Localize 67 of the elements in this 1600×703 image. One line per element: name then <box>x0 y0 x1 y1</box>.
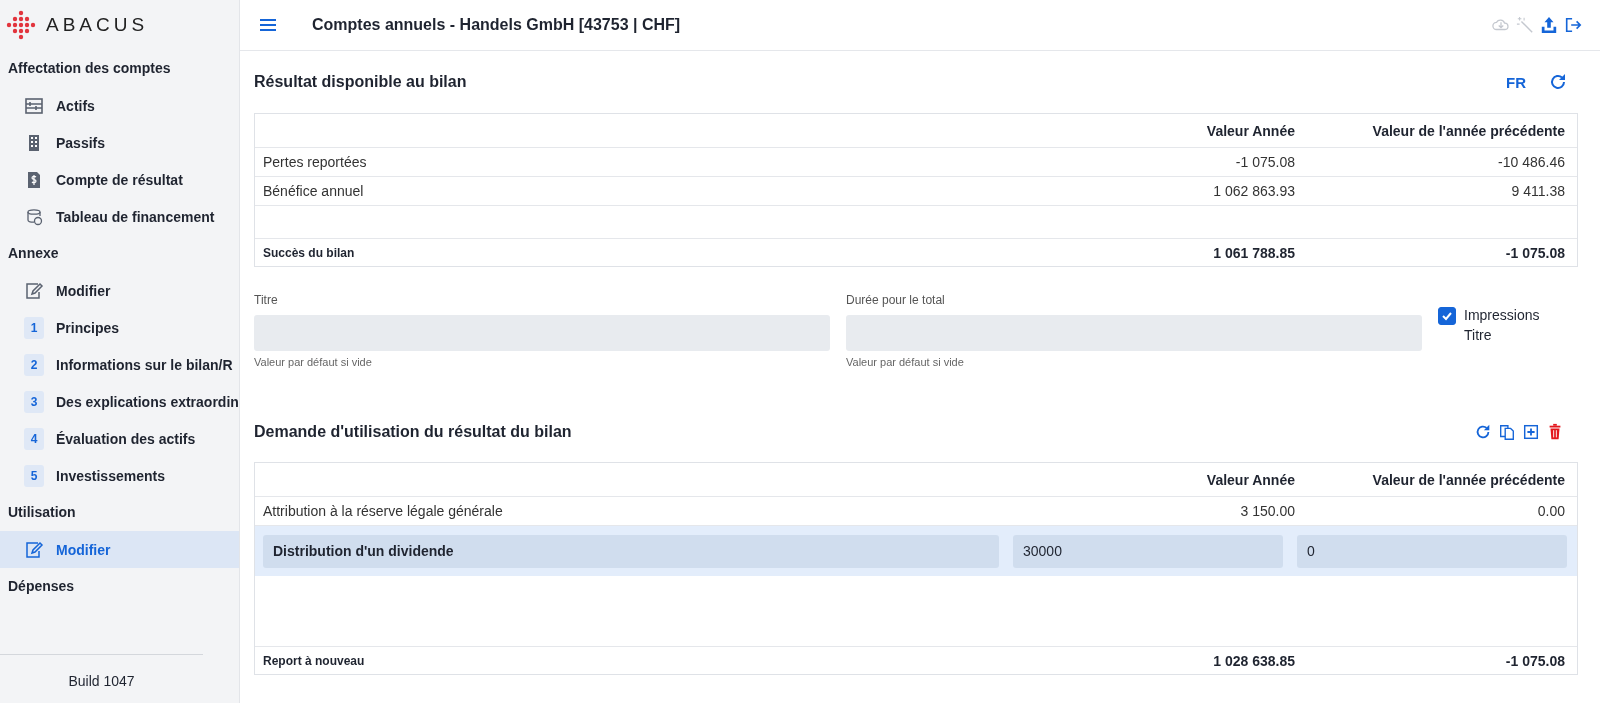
row-label-field[interactable]: Distribution d'un dividende <box>263 534 999 568</box>
column-header: Valeur de l'année précédente <box>1371 471 1566 488</box>
logo-icon <box>4 10 38 40</box>
table-cell-text: -10 486.46 <box>1497 154 1566 170</box>
column-header: Valeur Année <box>1205 122 1296 139</box>
row-label: Pertes reportées <box>263 154 368 170</box>
sidebar-item[interactable]: Passifs <box>0 124 239 161</box>
column-header: Valeur de l'année précédente <box>1371 122 1566 139</box>
edit-icon <box>24 280 44 301</box>
sidebar-item[interactable]: Modifier <box>0 531 239 568</box>
menu-icon[interactable] <box>260 18 276 32</box>
row-label: Bénéfice annuel <box>263 183 365 199</box>
sidebar-item[interactable]: 4 Évaluation des actifs <box>0 420 239 457</box>
field-hint: Valeur par défaut si vide <box>254 356 373 368</box>
field-label: Durée pour le total <box>846 293 946 307</box>
number-badge: 5 <box>24 464 44 487</box>
section-title: Résultat disponible au bilan <box>254 73 467 91</box>
language-button[interactable]: FR <box>1506 73 1526 91</box>
table-cell-text: 1 061 788.85 <box>1212 244 1296 261</box>
checkbox[interactable] <box>1438 307 1456 325</box>
number-badge: 3 <box>24 390 44 413</box>
edit-icon <box>24 539 44 560</box>
table-cell-text: -1 075.08 <box>1504 652 1566 669</box>
sidebar-heading[interactable]: Annexe <box>0 235 239 272</box>
sidebar-item[interactable]: Modifier <box>0 272 239 309</box>
sidebar-item[interactable]: 5 Investissements <box>0 457 239 494</box>
page-title: Comptes annuels - Handels GmbH [43753 | CHF] <box>312 16 681 34</box>
brand-name: ABACUS <box>46 14 149 36</box>
sidebar-item[interactable]: 1 Principes <box>0 309 239 346</box>
checkbox-label: Impressions Titre <box>1464 306 1541 345</box>
sidebar-item[interactable]: Tableau de financement <box>0 198 239 235</box>
table-cell-text: 1 062 863.93 <box>1212 183 1296 199</box>
table-cell-text: -1 075.08 <box>1234 154 1296 170</box>
table-cell-text: -1 075.08 <box>1504 244 1566 261</box>
refresh-icon[interactable] <box>1474 423 1492 441</box>
sidebar-heading[interactable]: Dépenses <box>0 568 239 605</box>
number-badge: 2 <box>24 353 44 376</box>
sidebar-item[interactable]: 3 Des explications extraordin <box>0 383 239 420</box>
table-cell-text: 0.00 <box>1536 503 1566 519</box>
abacus-icon <box>24 95 44 116</box>
sidebar-item[interactable]: 2 Informations sur le bilan/R <box>0 346 239 383</box>
field-hint: Valeur par défaut si vide <box>846 356 965 368</box>
upload-icon[interactable] <box>1540 16 1558 34</box>
table-cell-text: 9 411.38 <box>1510 183 1566 199</box>
copy-icon[interactable] <box>1498 423 1516 441</box>
number-badge: 4 <box>24 427 44 450</box>
sidebar-item[interactable]: Actifs <box>0 87 239 124</box>
table-cell-text: 3 150.00 <box>1239 503 1296 519</box>
field-label: Titre <box>254 293 279 307</box>
number-badge: 1 <box>24 316 44 339</box>
coins-icon <box>24 206 44 227</box>
row-label: Report à nouveau <box>263 653 366 668</box>
sidebar-item[interactable]: Compte de résultat <box>0 161 239 198</box>
table-cell-text: 1 028 638.85 <box>1212 652 1296 669</box>
section-title: Demande d'utilisation du résultat du bilan <box>254 423 572 441</box>
logout-icon[interactable] <box>1564 16 1582 34</box>
sidebar-heading[interactable]: Affectation des comptes <box>0 50 239 87</box>
add-icon[interactable] <box>1522 423 1540 441</box>
column-header: Valeur Année <box>1205 471 1296 488</box>
value-field[interactable]: 30000 <box>1013 534 1283 568</box>
sidebar-heading[interactable]: Utilisation <box>0 494 239 531</box>
value-field[interactable]: 0 <box>1297 534 1567 568</box>
row-label: Succès du bilan <box>263 245 356 260</box>
check-icon <box>1441 310 1453 322</box>
build-label: Build 1047 <box>68 673 135 689</box>
row-label: Attribution à la réserve légale générale <box>263 503 504 519</box>
refresh-icon[interactable] <box>1548 72 1568 92</box>
